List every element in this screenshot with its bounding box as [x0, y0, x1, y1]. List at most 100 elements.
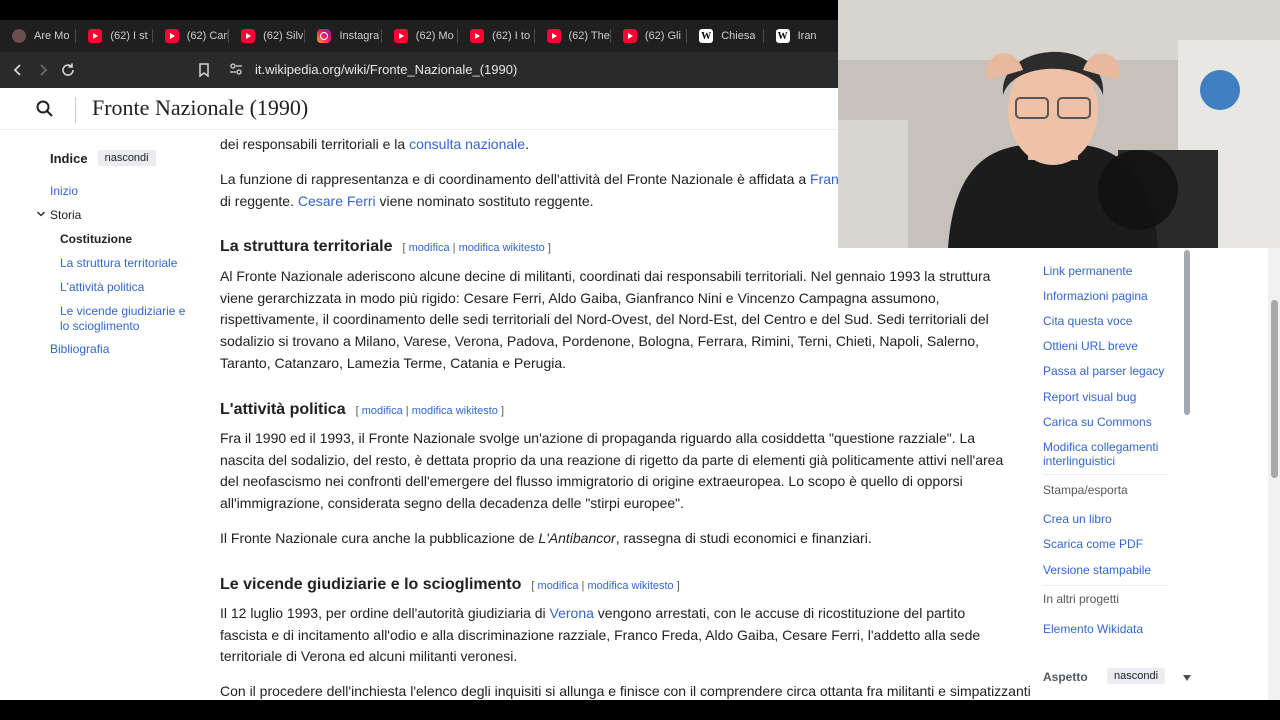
text: viene nominato sostituto reggente.	[375, 192, 594, 209]
edit-link[interactable]: modifica	[409, 242, 450, 254]
arrow-left-icon	[13, 64, 21, 76]
browser-tab[interactable]: (62) The	[535, 20, 611, 52]
heading-text: L'attività politica	[220, 401, 346, 418]
toc-hide-button[interactable]: nascondi	[97, 150, 156, 166]
section-heading: Le vicende giudiziarie e lo scioglimento…	[220, 574, 680, 598]
paragraph: Al Fronte Nazionale aderiscono alcune de…	[220, 268, 991, 371]
youtube-icon	[470, 29, 485, 43]
text: Il 12 luglio 1993, per ordine dell'autor…	[220, 605, 550, 621]
tool-informazioni-pagina[interactable]: Informazioni pagina	[1043, 289, 1173, 303]
avatar-icon	[12, 29, 26, 43]
browser-tab[interactable]: W Chiesa	[687, 20, 764, 52]
youtube-icon	[546, 29, 561, 43]
webcam-person-image	[838, 0, 1280, 248]
browser-tab[interactable]: W Iran	[764, 20, 840, 52]
bookmark-button[interactable]	[194, 60, 214, 80]
youtube-icon	[241, 29, 256, 43]
toc-title: Indice	[50, 150, 88, 166]
tab-label: (62) Carl	[186, 30, 230, 42]
tool-crea-libro[interactable]: Crea un libro	[1043, 512, 1173, 526]
youtube-icon	[164, 29, 179, 43]
appearance-hide-button[interactable]: nascondi	[1107, 668, 1166, 684]
tune-icon	[230, 63, 242, 75]
sidebar-scroll-down-button[interactable]	[1182, 669, 1192, 687]
youtube-icon	[393, 29, 408, 43]
edit-section-links: [ modifica | modifica wikitesto ]	[531, 580, 680, 592]
browser-tab[interactable]: (62) Mo	[382, 20, 459, 52]
tab-label: (62) Gli	[644, 30, 681, 42]
projects-section-heading: In altri progetti	[1043, 592, 1120, 606]
toc-item-storia[interactable]: Storia	[37, 208, 81, 223]
edit-link[interactable]: modifica	[362, 405, 403, 417]
chevron-down-icon[interactable]	[36, 209, 46, 219]
reload-button[interactable]	[58, 60, 78, 80]
heading-text: Le vicende giudiziarie e lo scioglimento	[220, 576, 522, 593]
edit-link[interactable]: modifica	[538, 580, 579, 592]
youtube-icon	[622, 29, 637, 43]
tool-modifica-interlinguistici[interactable]: Modifica collegamenti interlinguistici	[1043, 440, 1173, 468]
tool-link-permanente[interactable]: Link permanente	[1043, 264, 1173, 278]
browser-tab[interactable]: (62) I to	[458, 20, 535, 52]
forward-button[interactable]	[33, 60, 53, 80]
text: dei responsabili territoriali e la	[220, 136, 410, 152]
tool-parser-legacy[interactable]: Passa al parser legacy	[1043, 364, 1173, 378]
toc-item-inizio[interactable]: Inizio	[50, 184, 78, 199]
section-heading: L'attività politica [ modifica | modifica…	[220, 399, 504, 423]
site-info-button[interactable]	[228, 61, 244, 82]
edit-wikitext-link[interactable]: modifica wikitesto	[587, 580, 673, 592]
edit-wikitext-link[interactable]: modifica wikitesto	[412, 405, 498, 417]
tab-label: Iran	[797, 30, 817, 42]
tool-carica-commons[interactable]: Carica su Commons	[1043, 415, 1173, 429]
browser-tab[interactable]: (62) Carl	[153, 20, 230, 52]
section-heading: La struttura territoriale [ modifica | mo…	[220, 236, 551, 260]
arrow-right-icon	[40, 64, 48, 76]
text: .	[525, 136, 529, 152]
tool-report-bug[interactable]: Report visual bug	[1043, 390, 1173, 404]
tab-label: (62) Silv	[263, 30, 304, 42]
tool-cita-voce[interactable]: Cita questa voce	[1043, 314, 1173, 328]
tab-label: (62) The	[568, 30, 610, 42]
toc-item-costituzione[interactable]: Costituzione	[60, 232, 132, 247]
text: La funzione di rappresentanza e di coord…	[220, 171, 811, 187]
bottom-bar	[0, 700, 1280, 720]
tab-label: (62) I st	[110, 30, 148, 42]
publication-title: L'Antibancor	[538, 530, 616, 546]
divider	[1043, 474, 1168, 475]
tool-url-breve[interactable]: Ottieni URL breve	[1043, 339, 1173, 353]
divider	[1043, 585, 1168, 586]
tool-scarica-pdf[interactable]: Scarica come PDF	[1043, 537, 1173, 551]
browser-tab[interactable]: (62) Silv	[229, 20, 306, 52]
toc-item-attivita[interactable]: L'attività politica	[60, 280, 144, 295]
sidebar-scrollbar-thumb[interactable]	[1184, 250, 1190, 415]
instagram-icon	[317, 29, 332, 43]
tab-strip: Are Mo (62) I st (62) Carl (62) Silv Ins…	[0, 20, 840, 52]
toc-item-struttura[interactable]: La struttura territoriale	[60, 256, 177, 271]
reload-icon	[62, 63, 74, 76]
browser-tab[interactable]: Instagra	[305, 20, 382, 52]
edit-wikitext-link[interactable]: modifica wikitesto	[459, 242, 545, 254]
webcam-overlay	[838, 0, 1280, 248]
tool-versione-stampabile[interactable]: Versione stampabile	[1043, 563, 1173, 577]
search-icon	[36, 100, 53, 117]
link-consulta-nazionale[interactable]: consulta nazionale	[409, 136, 525, 152]
wikipedia-icon: W	[775, 29, 790, 43]
paragraph: Con il procedere dell'inchiesta l'elenco…	[220, 683, 1031, 699]
toc-item-vicende[interactable]: Le vicende giudiziarie e lo scioglimento	[60, 304, 190, 334]
redlink-cesare-ferri[interactable]: Cesare Ferri	[298, 193, 376, 209]
link-verona[interactable]: Verona	[550, 605, 594, 621]
browser-tab[interactable]: (62) I st	[76, 20, 153, 52]
search-button[interactable]	[34, 98, 56, 120]
page-scrollbar-thumb[interactable]	[1271, 300, 1278, 478]
text: di reggente.	[220, 192, 298, 209]
toc-item-bibliografia[interactable]: Bibliografia	[50, 342, 109, 357]
tab-label: Chiesa	[721, 30, 756, 42]
youtube-icon	[88, 29, 103, 43]
wikipedia-icon: W	[699, 29, 714, 43]
tool-elemento-wikidata[interactable]: Elemento Wikidata	[1043, 622, 1173, 636]
browser-tab[interactable]: (62) Gli	[611, 20, 688, 52]
address-bar[interactable]: it.wikipedia.org/wiki/Fronte_Nazionale_(…	[255, 62, 517, 77]
heading-text: La struttura territoriale	[220, 238, 393, 255]
browser-tab[interactable]: Are Mo	[0, 20, 77, 52]
paragraph: Il 12 luglio 1993, per ordine dell'autor…	[220, 603, 1010, 668]
back-button[interactable]	[8, 60, 28, 80]
